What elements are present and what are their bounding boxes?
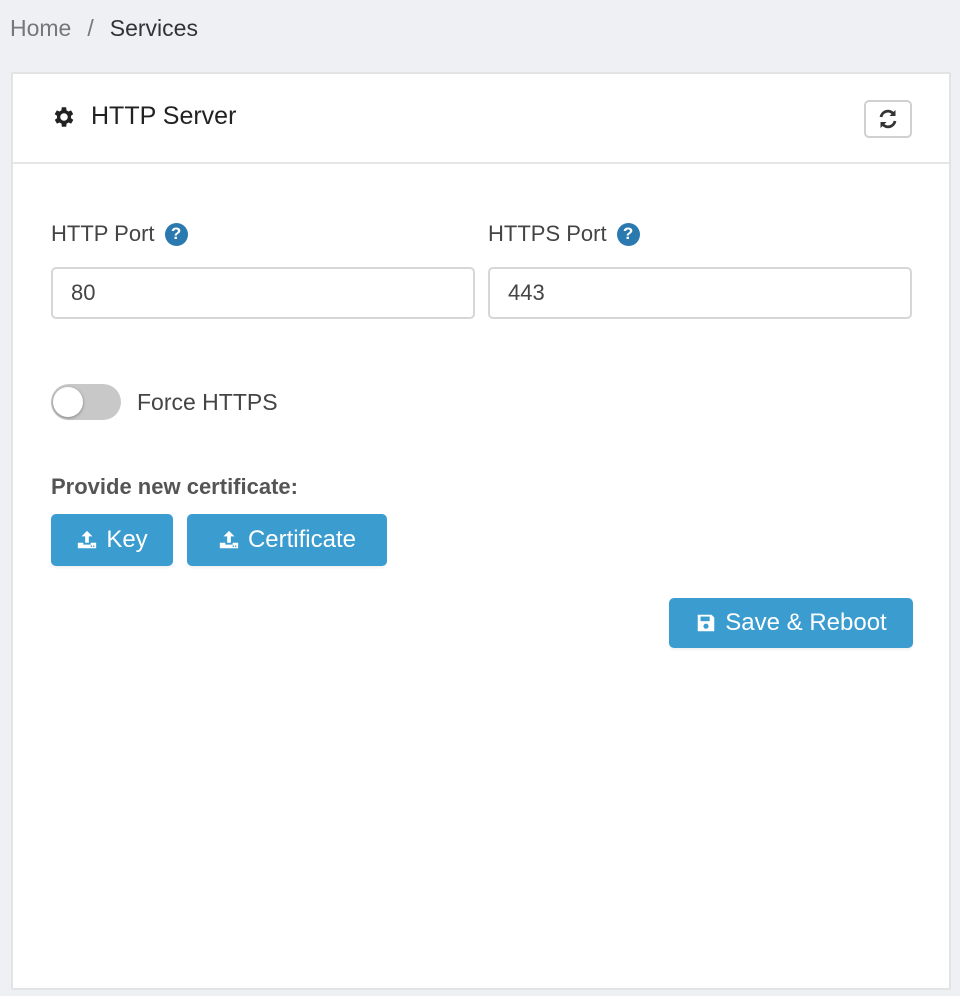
question-circle-icon[interactable]: ? (616, 222, 640, 246)
breadcrumb-home[interactable]: Home (10, 13, 71, 43)
floppy-disk-icon (698, 614, 715, 632)
gear-icon (54, 106, 74, 127)
toggle-knob (53, 387, 83, 417)
save-reboot-label: Save & Reboot (725, 609, 887, 636)
question-circle-icon[interactable]: ? (164, 222, 188, 246)
https-port-field: HTTPS Port ? (488, 219, 912, 319)
force-https-row: Force HTTPS (51, 384, 278, 420)
save-reboot-button[interactable]: Save & Reboot (669, 598, 913, 648)
refresh-icon (879, 109, 897, 129)
force-https-toggle[interactable] (51, 384, 121, 420)
http-server-card: HTTP Server HTTP Port ? HTTPS Port ? Fo (11, 72, 951, 990)
force-https-label: Force HTTPS (137, 388, 278, 415)
breadcrumb: Home / Services (10, 13, 198, 43)
upload-icon (219, 530, 239, 549)
upload-key-button[interactable]: Key (51, 514, 173, 566)
certificate-label: Provide new certificate: (51, 474, 298, 499)
refresh-button[interactable] (864, 100, 912, 138)
upload-icon (78, 530, 97, 549)
https-port-input[interactable] (488, 267, 912, 319)
http-port-field: HTTP Port ? (51, 219, 475, 319)
card-header: HTTP Server (13, 74, 949, 164)
https-port-label: HTTPS Port (488, 221, 607, 246)
upload-key-label: Key (106, 526, 148, 553)
upload-certificate-label: Certificate (247, 526, 357, 553)
card-title-text: HTTP Server (91, 102, 237, 130)
breadcrumb-separator: / (87, 15, 94, 41)
breadcrumb-current: Services (109, 15, 198, 41)
upload-certificate-button[interactable]: Certificate (187, 514, 387, 566)
http-port-label: HTTP Port (51, 221, 155, 246)
http-port-input[interactable] (51, 267, 475, 319)
card-title: HTTP Server (51, 102, 236, 131)
